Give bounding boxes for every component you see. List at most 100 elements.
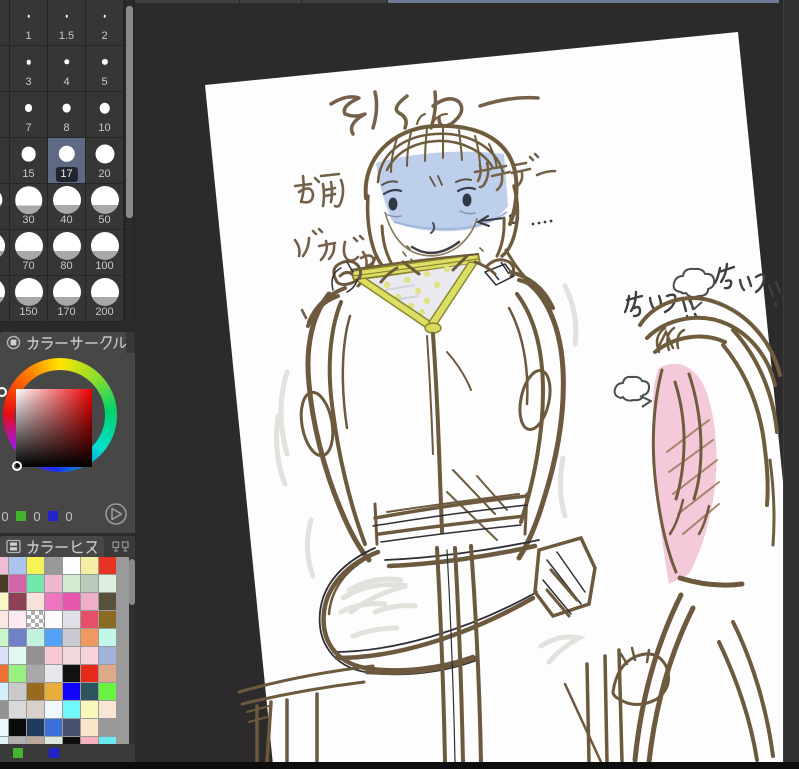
document-tab-strip[interactable] [135, 0, 799, 3]
color-swatch[interactable] [99, 701, 116, 718]
color-swatch[interactable] [9, 593, 26, 610]
document-tab-active[interactable] [388, 0, 780, 3]
document-tab[interactable] [302, 0, 388, 3]
brush-size-cell[interactable]: 40 [48, 184, 86, 230]
color-swatch[interactable] [0, 647, 8, 664]
color-swatch[interactable] [81, 593, 98, 610]
color-swatch[interactable] [81, 611, 98, 628]
color-swatch[interactable] [27, 629, 44, 646]
color-swatch[interactable] [63, 737, 80, 744]
color-swatch[interactable] [9, 575, 26, 592]
color-swatch[interactable] [81, 665, 98, 682]
brush-size-cell[interactable]: 5 [86, 46, 124, 92]
color-swatch[interactable] [63, 593, 80, 610]
color-swatch[interactable] [9, 611, 26, 628]
brush-size-cell[interactable]: 0.7 [0, 0, 10, 46]
color-swatch[interactable] [27, 701, 44, 718]
color-swatch[interactable] [27, 737, 44, 744]
color-swatch[interactable] [0, 701, 8, 718]
brush-size-cell[interactable]: 1 [10, 0, 48, 46]
brush-size-cell[interactable]: 150 [10, 276, 48, 322]
brush-size-cell[interactable]: 2.5 [0, 46, 10, 92]
brush-size-cell[interactable]: 60 [0, 230, 10, 276]
tab-intermediate-color[interactable] [106, 536, 135, 557]
color-swatch[interactable] [81, 719, 98, 736]
brush-size-cell[interactable]: 8 [48, 92, 86, 138]
color-swatch[interactable] [81, 575, 98, 592]
color-swatch[interactable] [45, 629, 62, 646]
tab-color-circle[interactable]: カラーサークル [0, 332, 126, 353]
brush-size-cell[interactable]: 10 [86, 92, 124, 138]
color-swatch[interactable] [99, 557, 116, 574]
color-swatch[interactable] [63, 683, 80, 700]
saturation-value-square[interactable] [16, 389, 92, 467]
color-swatch[interactable] [45, 701, 62, 718]
brush-size-cell[interactable]: 25 [0, 184, 10, 230]
footer-green-swatch[interactable] [13, 748, 23, 758]
color-swatch[interactable] [9, 629, 26, 646]
brush-size-cell[interactable]: 70 [10, 230, 48, 276]
brush-panel-scrollbar-track[interactable] [126, 0, 133, 322]
color-swatch[interactable] [63, 647, 80, 664]
color-swatch[interactable] [0, 665, 8, 682]
color-swatch[interactable] [45, 593, 62, 610]
color-swatch[interactable] [99, 683, 116, 700]
sv-marker[interactable] [12, 461, 22, 471]
color-swatch[interactable] [9, 683, 26, 700]
color-swatch[interactable] [45, 647, 62, 664]
color-swatch[interactable] [9, 737, 26, 744]
color-swatch[interactable] [63, 611, 80, 628]
color-swatch[interactable] [0, 575, 8, 592]
color-swatch[interactable] [99, 665, 116, 682]
canvas-viewport[interactable] [135, 0, 799, 769]
color-swatch[interactable] [0, 737, 8, 744]
brush-size-cell[interactable]: 170 [48, 276, 86, 322]
color-swatch[interactable] [27, 665, 44, 682]
color-swatch[interactable] [99, 719, 116, 736]
color-swatch[interactable] [99, 737, 116, 744]
color-swatch[interactable] [45, 575, 62, 592]
color-swatch[interactable] [45, 737, 62, 744]
brush-size-cell[interactable]: 100 [86, 230, 124, 276]
document-tab[interactable] [240, 0, 302, 3]
color-swatch[interactable] [81, 647, 98, 664]
color-swatch[interactable] [99, 593, 116, 610]
brush-panel-scrollbar-thumb[interactable] [126, 6, 133, 218]
color-swatch[interactable] [99, 611, 116, 628]
color-swatch[interactable] [27, 575, 44, 592]
color-swatch[interactable] [63, 575, 80, 592]
color-swatch[interactable] [27, 611, 44, 628]
color-swatch[interactable] [81, 737, 98, 744]
brush-size-cell[interactable]: 6 [0, 92, 10, 138]
color-swatch[interactable] [0, 719, 8, 736]
brush-size-cell[interactable]: 3 [10, 46, 48, 92]
color-swatch[interactable] [9, 647, 26, 664]
color-swatch[interactable] [63, 557, 80, 574]
color-swatch[interactable] [99, 629, 116, 646]
brush-size-cell[interactable]: 80 [48, 230, 86, 276]
color-swatch[interactable] [27, 719, 44, 736]
color-swatch[interactable] [81, 683, 98, 700]
color-swatch[interactable] [0, 557, 8, 574]
color-mode-toggle-icon[interactable] [104, 502, 128, 526]
color-swatch[interactable] [63, 629, 80, 646]
color-swatch[interactable] [81, 629, 98, 646]
color-swatch[interactable] [27, 557, 44, 574]
color-swatch[interactable] [0, 683, 8, 700]
color-swatch[interactable] [9, 719, 26, 736]
color-swatch[interactable] [45, 719, 62, 736]
color-swatch[interactable] [81, 701, 98, 718]
color-swatch[interactable] [0, 629, 8, 646]
color-swatch[interactable] [99, 647, 116, 664]
color-swatch[interactable] [27, 593, 44, 610]
footer-blue-swatch[interactable] [49, 748, 59, 758]
tab-color-history[interactable]: カラーヒス [0, 536, 104, 557]
brush-size-cell[interactable]: 7 [10, 92, 48, 138]
brush-size-cell[interactable]: 20 [86, 138, 124, 184]
color-swatch[interactable] [45, 665, 62, 682]
brush-size-cell[interactable]: 17 [48, 138, 86, 184]
canvas-sketch[interactable] [135, 0, 783, 762]
color-swatch[interactable] [63, 719, 80, 736]
color-swatch[interactable] [0, 611, 8, 628]
color-swatch[interactable] [0, 593, 8, 610]
